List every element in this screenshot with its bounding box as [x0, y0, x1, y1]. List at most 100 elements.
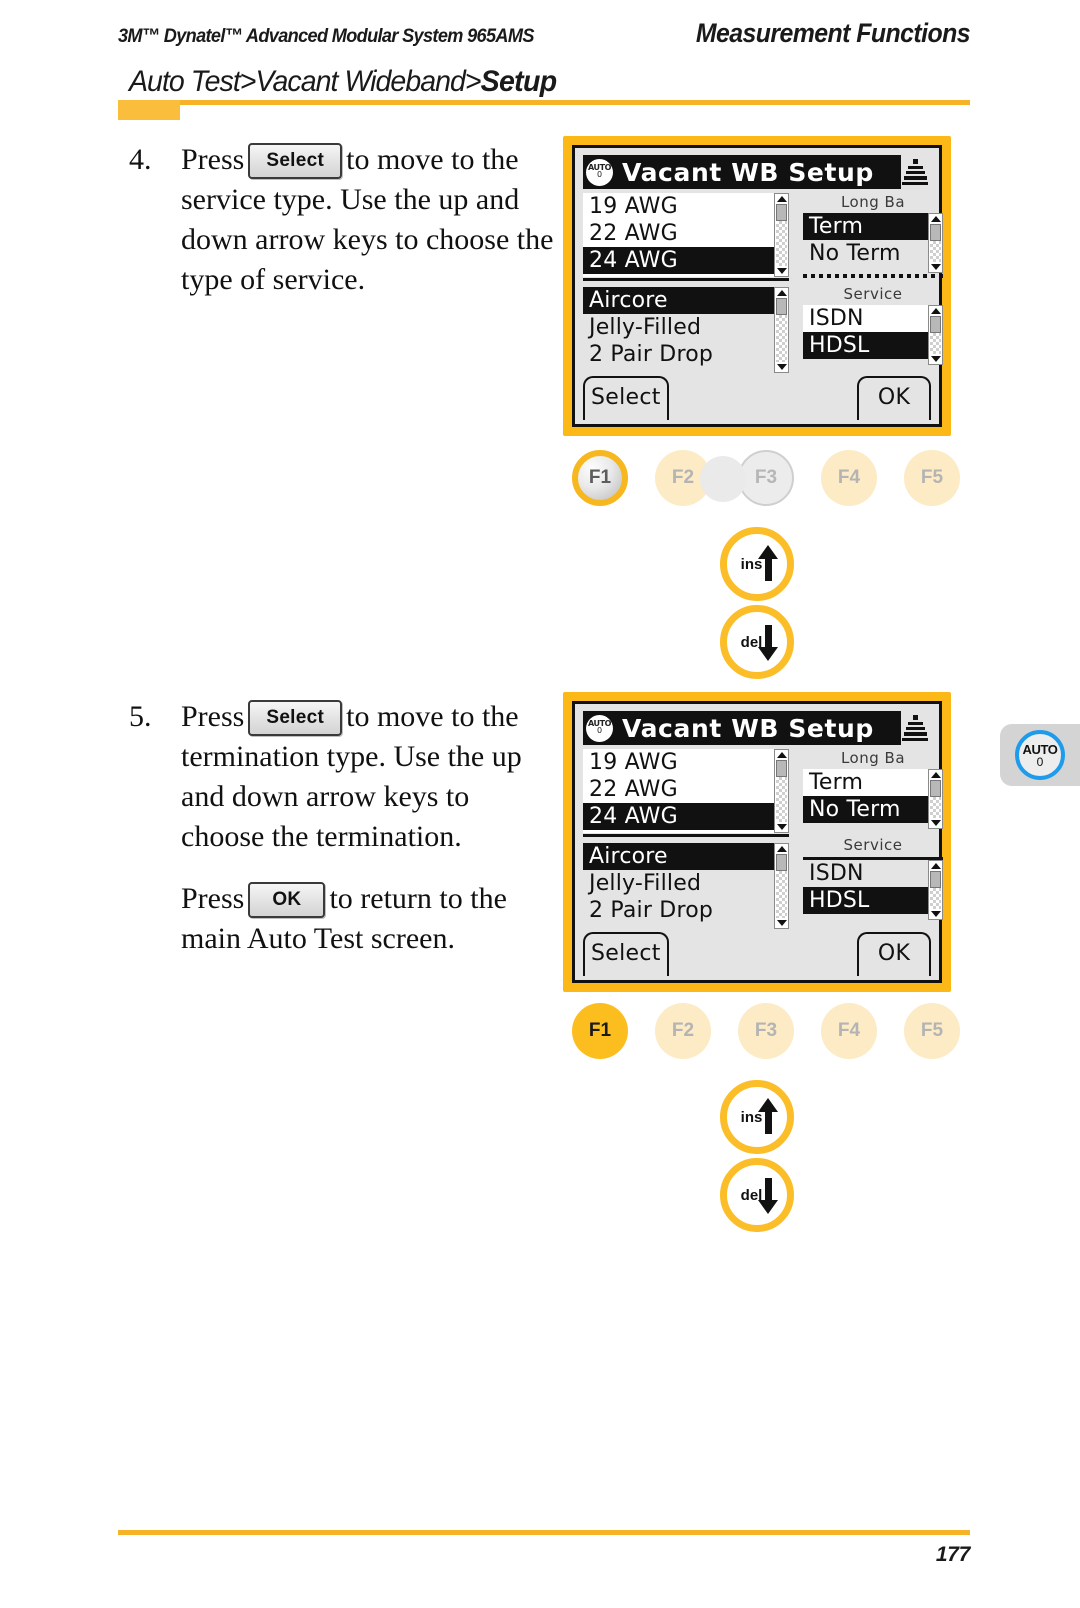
delete-key-2[interactable]: del [720, 1158, 794, 1232]
list-item[interactable]: 24 AWG [583, 247, 789, 274]
list-item[interactable]: Jelly-Filled [583, 314, 789, 341]
menu-icon[interactable] [902, 158, 928, 185]
list-item[interactable]: ISDN [803, 860, 943, 887]
service-listbox-1[interactable]: ISDN HDSL [803, 305, 943, 365]
scroll-down-arrow-icon[interactable] [776, 824, 787, 830]
scrollbar-thumb[interactable] [776, 204, 787, 221]
scrollbar-track[interactable] [930, 241, 941, 262]
list-item[interactable]: 22 AWG [583, 220, 789, 247]
scroll-down-arrow-icon[interactable] [776, 920, 787, 926]
list-item[interactable]: No Term [803, 796, 943, 823]
menu-icon[interactable] [902, 714, 928, 741]
gauge-underline-2 [583, 834, 789, 837]
softkey-ok-1[interactable]: OK [857, 376, 931, 420]
insert-key-1[interactable]: ins [720, 527, 794, 601]
delete-key-1[interactable]: del [720, 605, 794, 679]
list-item[interactable]: 19 AWG [583, 749, 789, 776]
function-key-f1[interactable]: F1 [572, 450, 628, 506]
scrollbar-track[interactable] [930, 797, 941, 818]
edit-keys-1: ins del [720, 527, 794, 679]
list-item[interactable]: ISDN [803, 305, 943, 332]
scroll-up-arrow-icon[interactable] [776, 846, 787, 852]
scroll-up-arrow-icon[interactable] [930, 216, 941, 222]
gauge-listbox-1[interactable]: 19 AWG 22 AWG 24 AWG [583, 193, 789, 277]
scrollbar-track[interactable] [930, 888, 941, 909]
function-key-f5[interactable]: F5 [904, 450, 960, 506]
list-item[interactable]: 22 AWG [583, 776, 789, 803]
scrollbar-thumb[interactable] [776, 760, 787, 777]
scrollbar-thumb[interactable] [930, 316, 941, 333]
function-key-f4[interactable]: F4 [821, 450, 877, 506]
termination-listbox-2[interactable]: Term No Term [803, 769, 943, 829]
scroll-down-arrow-icon[interactable] [930, 911, 941, 917]
scrollbar-track[interactable] [776, 315, 787, 362]
lcd-title-bar-2: AUTO 0 Vacant WB Setup [583, 711, 931, 745]
lcd-right-column-1: Long Ba Term No Term Service ISDN HDSL [803, 193, 943, 391]
gauge-listbox-2[interactable]: 19 AWG 22 AWG 24 AWG [583, 749, 789, 833]
service-listbox-2[interactable]: ISDN HDSL [803, 860, 943, 920]
scroll-up-arrow-icon[interactable] [930, 308, 941, 314]
scrollbar-track[interactable] [930, 333, 941, 354]
step-5-p2-before: Press [181, 882, 245, 915]
list-item[interactable]: Term [803, 769, 943, 796]
scroll-up-arrow-icon[interactable] [930, 863, 941, 869]
list-item[interactable]: Aircore [583, 287, 789, 314]
service-scrollbar-2[interactable] [928, 860, 943, 920]
scrollbar-track[interactable] [776, 871, 787, 918]
termination-group-label-2: Long Ba [840, 749, 906, 767]
scroll-down-arrow-icon[interactable] [930, 820, 941, 826]
scrollbar-thumb[interactable] [776, 298, 787, 315]
down-arrow-icon [758, 1178, 779, 1214]
scroll-down-arrow-icon[interactable] [930, 356, 941, 362]
list-item[interactable]: Aircore [583, 843, 789, 870]
gauge-scrollbar-2[interactable] [774, 749, 789, 833]
scrollbar-thumb[interactable] [930, 871, 941, 888]
scrollbar-track[interactable] [776, 777, 787, 822]
termination-scrollbar-1[interactable] [928, 213, 943, 273]
cable-type-listbox-2[interactable]: Aircore Jelly-Filled 2 Pair Drop [583, 843, 789, 929]
scroll-up-arrow-icon[interactable] [776, 290, 787, 296]
cable-type-listbox-1[interactable]: Aircore Jelly-Filled 2 Pair Drop [583, 287, 789, 373]
cable-type-scrollbar-1[interactable] [774, 287, 789, 373]
scrollbar-thumb[interactable] [776, 854, 787, 871]
function-key-f2[interactable]: F2 [655, 1003, 711, 1059]
function-key-f5[interactable]: F5 [904, 1003, 960, 1059]
page-header: 3M™ Dynatel™ Advanced Modular System 965… [118, 18, 971, 49]
scrollbar-thumb[interactable] [930, 780, 941, 797]
list-item[interactable]: HDSL [803, 332, 943, 359]
gauge-scrollbar-1[interactable] [774, 193, 789, 277]
list-item[interactable]: HDSL [803, 887, 943, 914]
termination-listbox-1[interactable]: Term No Term [803, 213, 943, 273]
list-item[interactable]: Jelly-Filled [583, 870, 789, 897]
scroll-down-arrow-icon[interactable] [776, 364, 787, 370]
step-4-text: Press Select to move to the service type. … [181, 140, 559, 300]
select-keycap[interactable]: Select [248, 143, 343, 179]
list-item[interactable]: 19 AWG [583, 193, 789, 220]
list-item[interactable]: 2 Pair Drop [583, 897, 789, 924]
function-key-f4[interactable]: F4 [821, 1003, 877, 1059]
scroll-down-arrow-icon[interactable] [776, 268, 787, 274]
list-item[interactable]: Term [803, 213, 943, 240]
ok-keycap[interactable]: OK [248, 882, 326, 918]
scroll-up-arrow-icon[interactable] [930, 772, 941, 778]
list-item[interactable]: 24 AWG [583, 803, 789, 830]
softkey-ok-2[interactable]: OK [857, 932, 931, 976]
scrollbar-track[interactable] [776, 221, 787, 266]
softkey-select-1[interactable]: Select [583, 376, 669, 420]
function-key-f1[interactable]: F1 [572, 1003, 628, 1059]
service-scrollbar-1[interactable] [928, 305, 943, 365]
list-item[interactable]: 2 Pair Drop [583, 341, 789, 368]
cable-type-scrollbar-2[interactable] [774, 843, 789, 929]
insert-key-2[interactable]: ins [720, 1080, 794, 1154]
device-illustration-1: AUTO 0 Vacant WB Setup 19 AWG 22 AWG 24 … [563, 136, 951, 436]
scroll-up-arrow-icon[interactable] [776, 196, 787, 202]
termination-scrollbar-2[interactable] [928, 769, 943, 829]
list-item[interactable]: No Term [803, 240, 943, 267]
function-key-f3[interactable]: F3 [738, 1003, 794, 1059]
scroll-up-arrow-icon[interactable] [776, 752, 787, 758]
select-keycap[interactable]: Select [248, 700, 343, 736]
scroll-down-arrow-icon[interactable] [930, 264, 941, 270]
function-key-f3[interactable]: F3 [738, 450, 794, 506]
softkey-select-2[interactable]: Select [583, 932, 669, 976]
scrollbar-thumb[interactable] [930, 224, 941, 241]
